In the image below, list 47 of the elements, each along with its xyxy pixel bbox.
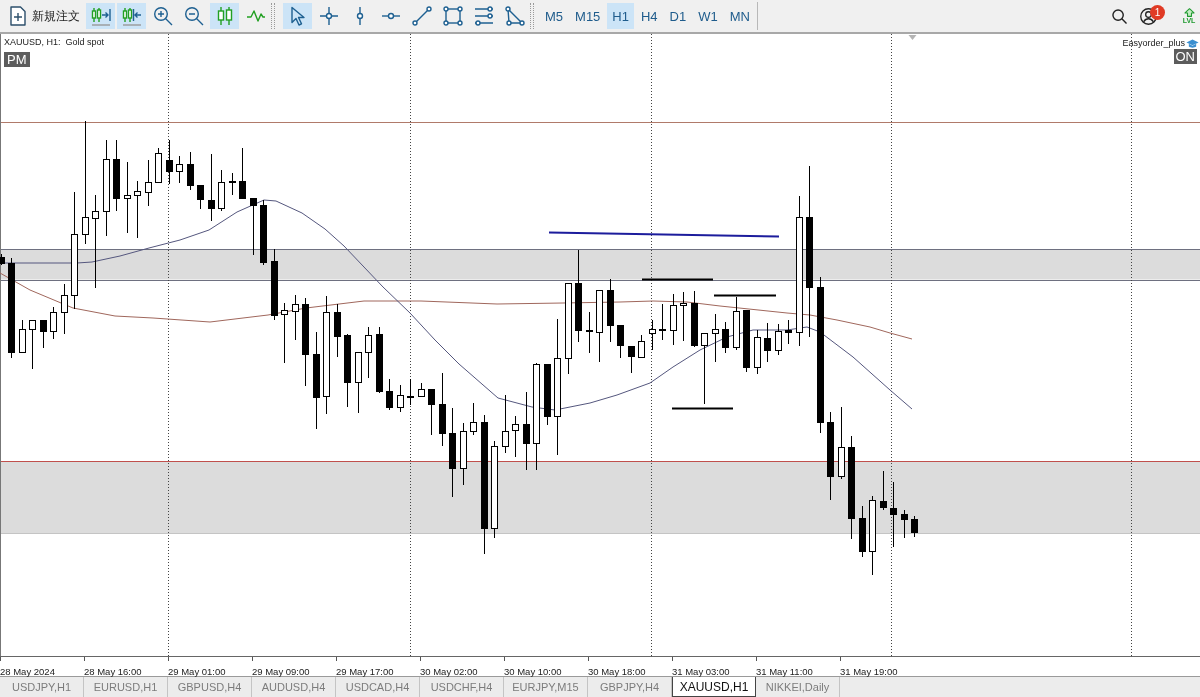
- toolbar-button[interactable]: [86, 3, 115, 29]
- horizontal-lines-icon: [473, 6, 494, 26]
- time-axis-label: 31 May 03:00: [672, 666, 730, 678]
- timeframe-button[interactable]: M15: [570, 3, 606, 29]
- time-axis-label: 29 May 17:00: [336, 666, 394, 678]
- toolbar-button[interactable]: [117, 3, 146, 29]
- time-axis-label: 31 May 11:00: [756, 666, 813, 678]
- triangle-icon: [504, 6, 525, 26]
- person-circle-icon: [1140, 7, 1157, 25]
- notification-badge: 1: [1150, 5, 1165, 20]
- timeframe-button[interactable]: D1: [664, 3, 692, 29]
- chart-tab[interactable]: GBPUSD,H4: [168, 677, 252, 697]
- timeframe-button[interactable]: MN: [724, 3, 755, 29]
- time-axis-label: 29 May 09:00: [252, 666, 310, 678]
- zoom-out-icon: [183, 6, 204, 26]
- timeframe-button[interactable]: H1: [607, 3, 634, 29]
- trend-line-icon: [411, 6, 432, 26]
- time-axis-label: 30 May 02:00: [420, 666, 478, 678]
- toolbar-button[interactable]: [210, 3, 239, 29]
- timeframe-button[interactable]: W1: [693, 3, 723, 29]
- time-axis-label: 28 May 16:00: [84, 666, 142, 678]
- time-axis-label: 28 May 2024: [0, 666, 55, 678]
- chart-tab[interactable]: USDJPY,H1: [0, 677, 84, 697]
- chart-tab[interactable]: EURJPY,M15: [504, 677, 588, 697]
- account-button[interactable]: 1: [1140, 3, 1166, 29]
- chart-tab[interactable]: EURUSD,H1: [84, 677, 168, 697]
- time-axis-label: 30 May 18:00: [588, 666, 646, 678]
- timeframe-button[interactable]: H4: [636, 3, 663, 29]
- rectangle-icon: [442, 6, 463, 26]
- time-axis-label: 29 May 01:00: [168, 666, 226, 678]
- chart-tab[interactable]: USDCHF,H4: [420, 677, 504, 697]
- toolbar-button[interactable]: [283, 3, 312, 29]
- chart-tab[interactable]: AUDUSD,H4: [252, 677, 336, 697]
- timeframe-button[interactable]: M5: [540, 3, 569, 29]
- chart-tab[interactable]: XAUUSD,H1: [672, 677, 756, 697]
- time-axis-label: 30 May 10:00: [504, 666, 562, 678]
- crosshair-icon: [318, 6, 339, 26]
- chart-tab[interactable]: NIKKEI,Daily: [756, 677, 840, 697]
- candles-arrow-right-icon: [90, 6, 111, 26]
- arrow-up-icon: [1183, 7, 1195, 17]
- search-icon: [1111, 8, 1127, 24]
- chart-tab[interactable]: USDCAD,H4: [336, 677, 420, 697]
- time-axis-label: 31 May 19:00: [840, 666, 898, 678]
- zoom-in-icon: [152, 6, 173, 26]
- candles-arrow-left-icon: [121, 6, 142, 26]
- new-order-button[interactable]: 新規注文: [6, 3, 84, 29]
- new-document-icon: [10, 6, 26, 26]
